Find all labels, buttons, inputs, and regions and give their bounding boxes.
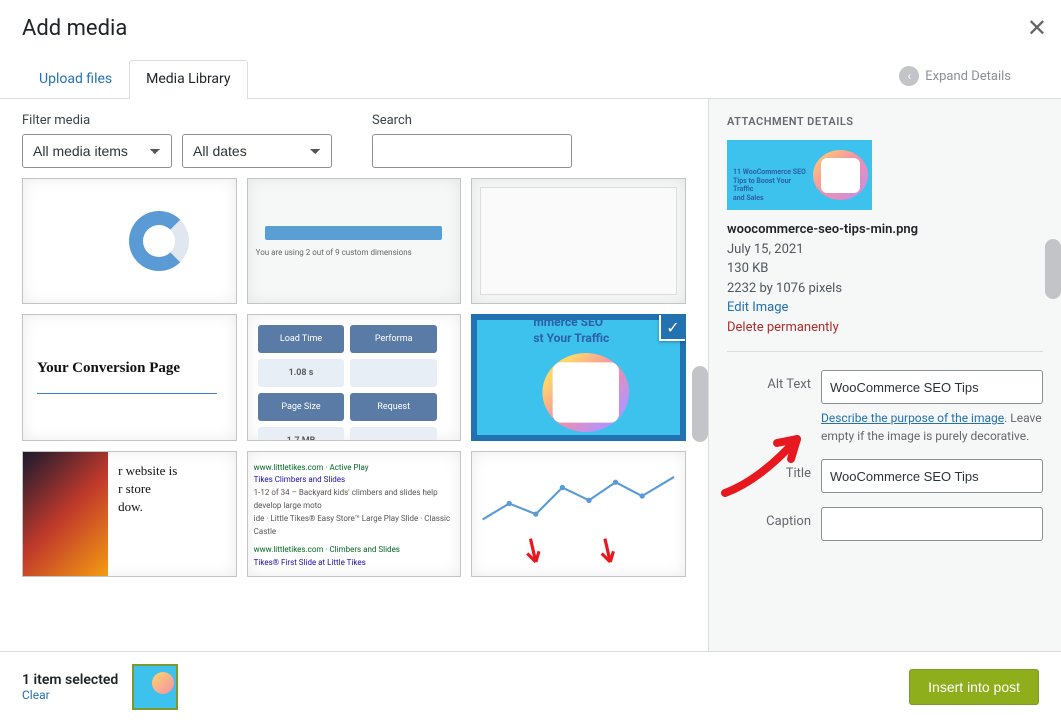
expand-details-button[interactable]: ‹ Expand Details (899, 66, 1011, 86)
filter-media-type-select[interactable]: All media items (22, 134, 172, 168)
thumb-text-line: dow. (118, 498, 226, 516)
filter-media-label: Filter media (22, 113, 332, 128)
search-label: Search (372, 113, 572, 128)
filter-bar: Filter media All media items All dates S… (0, 99, 708, 178)
media-item-selected[interactable]: mmerce SEO st Your Traffic ✓ (471, 314, 686, 440)
attachment-preview-thumbnail[interactable]: 11 WooCommerce SEO Tips to Boost Your Tr… (727, 140, 872, 210)
media-grid-scroll[interactable]: You are using 2 out of 9 custom dimensio… (0, 178, 708, 651)
illustration-icon (813, 150, 868, 200)
library-panel: Filter media All media items All dates S… (0, 99, 709, 651)
chart-icon (472, 452, 685, 576)
caption-input[interactable] (821, 507, 1043, 541)
thumb-heading: Your Conversion Page (37, 360, 217, 377)
search-group: Search (372, 113, 572, 168)
media-item[interactable]: Your Conversion Page (22, 314, 237, 440)
filter-date-select[interactable]: All dates (182, 134, 332, 168)
alt-text-help: Describe the purpose of the image. Leave… (821, 409, 1043, 445)
title-input[interactable] (821, 459, 1043, 493)
selected-thumbnail[interactable] (132, 664, 178, 710)
check-icon: ✓ (659, 314, 686, 341)
illustration-icon (542, 353, 629, 432)
divider (727, 351, 1043, 352)
thumb-text-line: r store (118, 480, 226, 498)
caption-field: Caption (727, 507, 1043, 541)
clear-selection-link[interactable]: Clear (22, 688, 50, 702)
media-item[interactable] (22, 178, 237, 304)
chevron-left-icon: ‹ (899, 66, 919, 86)
thumb-text-line: r website is (118, 462, 226, 480)
alt-text-label: Alt Text (727, 370, 811, 392)
media-item[interactable]: www.littletikes.com · Active Play Tikes … (247, 451, 462, 577)
tab-media-library[interactable]: Media Library (129, 60, 247, 99)
attachment-meta: woocommerce-seo-tips-min.png July 15, 20… (727, 220, 1043, 337)
media-item[interactable]: You are using 2 out of 9 custom dimensio… (247, 178, 462, 304)
media-item[interactable] (471, 451, 686, 577)
sidebar-heading: ATTACHMENT DETAILS (727, 115, 1043, 128)
attachment-filename: woocommerce-seo-tips-min.png (727, 220, 1043, 240)
media-item[interactable]: r website is r store dow. (22, 451, 237, 577)
thumb-caption: You are using 2 out of 9 custom dimensio… (256, 248, 412, 257)
insert-into-post-button[interactable]: Insert into post (909, 669, 1039, 705)
scrollbar-thumb[interactable] (692, 366, 708, 442)
alt-text-help-link[interactable]: Describe the purpose of the image (821, 411, 1004, 425)
title-field: Title (727, 459, 1043, 493)
alt-text-input[interactable] (821, 370, 1043, 404)
close-button[interactable]: ✕ (1027, 14, 1047, 42)
scrollbar-thumb[interactable] (1045, 239, 1061, 299)
title-label: Title (727, 459, 811, 481)
attachment-details-sidebar: ATTACHMENT DETAILS 11 WooCommerce SEO Ti… (709, 99, 1061, 651)
media-item[interactable] (471, 178, 686, 304)
thumb-text-line: mmerce SEO (533, 315, 634, 331)
caption-label: Caption (727, 507, 811, 529)
add-media-modal: Add media ✕ ‹ Expand Details Upload file… (0, 0, 1061, 722)
search-input[interactable] (372, 134, 572, 168)
delete-permanently-link[interactable]: Delete permanently (727, 320, 839, 335)
media-grid: You are using 2 out of 9 custom dimensio… (22, 178, 686, 577)
modal-title: Add media (22, 16, 1039, 41)
selected-count: 1 item selected (22, 672, 118, 688)
tab-upload-files[interactable]: Upload files (22, 60, 129, 99)
alt-text-field: Alt Text Describe the purpose of the ima… (727, 370, 1043, 445)
attachment-date: July 15, 2021 (727, 240, 1043, 260)
attachment-dimensions: 2232 by 1076 pixels (727, 279, 1043, 299)
attachment-filesize: 130 KB (727, 259, 1043, 279)
selection-info: 1 item selected Clear (22, 664, 178, 710)
modal-header: Add media (0, 0, 1061, 41)
filter-media-group: Filter media All media items All dates (22, 113, 332, 168)
media-item[interactable]: Load Time Performa 1.08 s Page Size Requ… (247, 314, 462, 440)
expand-details-label: Expand Details (925, 69, 1011, 84)
modal-body: Filter media All media items All dates S… (0, 99, 1061, 651)
modal-footer: 1 item selected Clear Insert into post (0, 651, 1061, 722)
thumb-text-line: st Your Traffic (533, 331, 634, 347)
edit-image-link[interactable]: Edit Image (727, 300, 788, 315)
